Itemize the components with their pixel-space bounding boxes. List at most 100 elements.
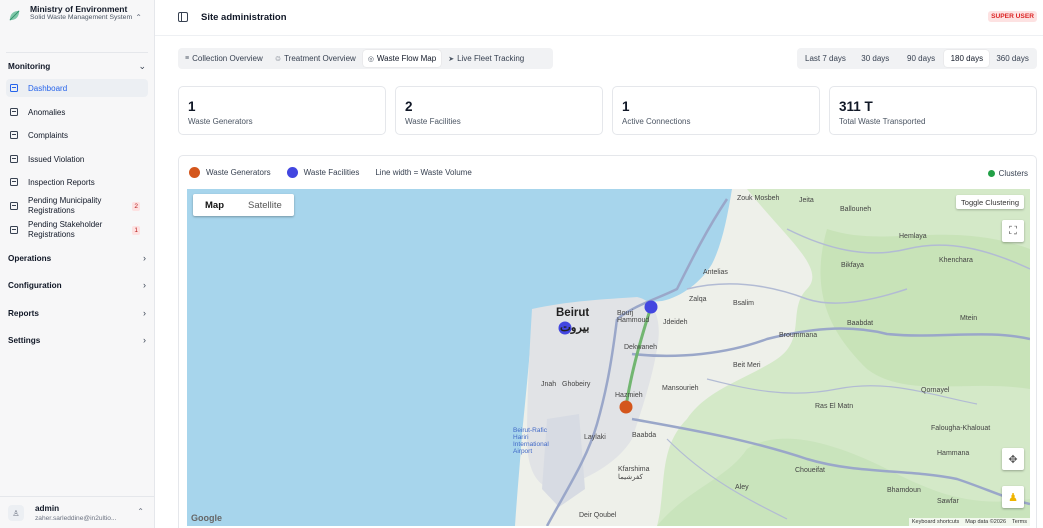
map-label: Beirut <box>556 307 590 319</box>
map-legend: Waste Generators Waste Facilities Line w… <box>189 167 488 178</box>
dashboard-tabs: ≡ Collection Overview ♲ Treatment Overvi… <box>178 48 553 69</box>
map-label: Kfarshima <box>618 466 650 473</box>
org-subtitle: Solid Waste Management System <box>30 14 133 21</box>
map-label: Bikfaya <box>841 262 864 269</box>
complaints-icon <box>10 131 18 139</box>
map-label: Antelias <box>703 269 728 276</box>
tab-live-fleet-tracking[interactable]: ➤ Live Fleet Tracking <box>443 50 529 67</box>
role-badge: SUPER USER <box>988 11 1037 22</box>
sidebar-item-label: Issued Violation <box>28 154 85 164</box>
divider <box>0 496 154 497</box>
section-label: Operations <box>8 253 52 263</box>
recycle-icon: ♲ <box>274 55 282 63</box>
map-label: Ghobeiry <box>562 381 591 388</box>
sidebar-item-pending-stakeholder[interactable]: Pending Stakeholder Registrations 1 <box>6 218 148 242</box>
street-view-pegman-icon[interactable]: ♟ <box>1002 486 1024 508</box>
map-label: كفرشيما <box>618 474 643 481</box>
user-name: admin <box>35 503 60 513</box>
stat-value: 2 <box>405 99 413 114</box>
chevron-right-icon: › <box>143 308 146 318</box>
user-email: zaher.sarleddine@in2ultio... <box>35 514 117 522</box>
fullscreen-icon[interactable]: ⛶ <box>1002 220 1024 242</box>
anomalies-icon <box>10 108 18 116</box>
toggle-clustering-button[interactable]: Toggle Clustering <box>956 195 1024 209</box>
map-label: Jeita <box>799 197 814 204</box>
map-button[interactable]: Map <box>193 194 236 216</box>
section-configuration[interactable]: Configuration › <box>6 277 148 293</box>
map-label: Bhamdoun <box>887 487 921 494</box>
sidebar-item-dashboard[interactable]: Dashboard <box>6 79 148 97</box>
sidebar-item-inspection-reports[interactable]: Inspection Reports <box>6 173 148 191</box>
inspection-icon <box>10 178 18 186</box>
map-label: Bourj Hammoud <box>617 310 650 324</box>
map-label: Sawfar <box>937 498 959 505</box>
keyboard-shortcuts-link[interactable]: Keyboard shortcuts <box>912 519 959 525</box>
stat-card-waste-generators: 1 Waste Generators <box>178 86 386 135</box>
map-label: Aley <box>735 484 749 491</box>
map-canvas[interactable]: Map Satellite Toggle Clustering ⛶ ✥ ♟ Be… <box>187 189 1030 526</box>
terms-link[interactable]: Terms <box>1012 519 1027 525</box>
sidebar-item-issued-violation[interactable]: Issued Violation <box>6 150 148 168</box>
section-settings[interactable]: Settings › <box>6 332 148 348</box>
range-90-days[interactable]: 90 days <box>899 50 944 67</box>
stat-label: Waste Generators <box>188 117 253 126</box>
org-switcher[interactable]: Ministry of Environment Solid Waste Mana… <box>8 4 148 34</box>
sidebar-item-label: Anomalies <box>28 107 66 117</box>
map-label: Dekwaneh <box>624 344 658 351</box>
map-label: Laylaki <box>584 434 606 441</box>
tab-waste-flow-map[interactable]: ◎ Waste Flow Map <box>362 50 442 67</box>
user-menu[interactable]: ♙ admin zaher.sarleddine@in2ultio... ⌃ <box>8 502 150 524</box>
map-label: Jdeideh <box>663 319 688 326</box>
sidebar-item-label: Dashboard <box>28 83 68 93</box>
list-icon: ≡ <box>185 55 190 62</box>
divider <box>6 52 148 53</box>
section-monitoring[interactable]: Monitoring ⌄ <box>6 58 148 74</box>
sidebar: Ministry of Environment Solid Waste Mana… <box>0 0 155 528</box>
sidebar-toggle-icon[interactable] <box>178 12 188 22</box>
violation-icon <box>10 155 18 163</box>
stat-label: Active Connections <box>622 117 691 126</box>
map-label: Zalqa <box>689 296 707 303</box>
legend-label: Waste Generators <box>206 168 271 177</box>
section-operations[interactable]: Operations › <box>6 250 148 266</box>
section-reports[interactable]: Reports › <box>6 305 148 321</box>
map-label: Mansourieh <box>662 385 699 392</box>
sidebar-item-pending-municipality[interactable]: Pending Municipality Registrations 2 <box>6 194 148 218</box>
range-30-days[interactable]: 30 days <box>853 50 898 67</box>
stat-card-total-waste: 311 T Total Waste Transported <box>829 86 1037 135</box>
target-icon: ◎ <box>367 55 374 63</box>
range-360-days[interactable]: 360 days <box>990 50 1035 67</box>
chevron-up-down-icon: ⌃ <box>137 507 144 516</box>
legend-generators: Waste Generators <box>189 167 271 178</box>
leaf-logo-icon <box>9 10 20 21</box>
range-last-7-days[interactable]: Last 7 days <box>799 50 852 67</box>
map-label: Khenchara <box>939 257 973 264</box>
satellite-button[interactable]: Satellite <box>236 194 294 216</box>
sidebar-item-complaints[interactable]: Complaints <box>6 126 148 144</box>
section-label: Reports <box>8 308 39 318</box>
stat-label: Waste Facilities <box>405 117 461 126</box>
range-180-days[interactable]: 180 days <box>944 50 990 67</box>
tab-collection-overview[interactable]: ≡ Collection Overview <box>180 50 268 67</box>
chevron-right-icon: › <box>143 253 146 263</box>
map-data-text: Map data ©2026 <box>965 519 1007 525</box>
map-label: Baabda <box>632 432 657 439</box>
tab-label: Live Fleet Tracking <box>457 54 525 63</box>
map-label: Mtein <box>960 315 978 322</box>
date-range-selector: Last 7 days 30 days 90 days 180 days 360… <box>797 48 1037 69</box>
tab-label: Treatment Overview <box>284 54 356 63</box>
generator-dot-icon <box>189 167 200 178</box>
sidebar-item-label: Complaints <box>28 130 69 140</box>
truck-icon: ➤ <box>448 55 455 63</box>
sidebar-item-label: Pending Municipality Registrations <box>28 196 102 215</box>
map-label: Hemlaya <box>899 233 927 240</box>
stat-value: 1 <box>188 99 196 114</box>
stat-value: 311 T <box>839 99 873 114</box>
tab-treatment-overview[interactable]: ♲ Treatment Overview <box>270 50 361 67</box>
map-label: Baabdat <box>847 320 874 327</box>
legend-line-width: Line width = Waste Volume <box>375 168 471 177</box>
camera-control-icon[interactable]: ✥ <box>1002 448 1024 470</box>
sidebar-item-anomalies[interactable]: Anomalies <box>6 103 148 121</box>
legend-clusters: Clusters <box>987 169 1028 178</box>
map-label: Choueifat <box>795 467 825 474</box>
